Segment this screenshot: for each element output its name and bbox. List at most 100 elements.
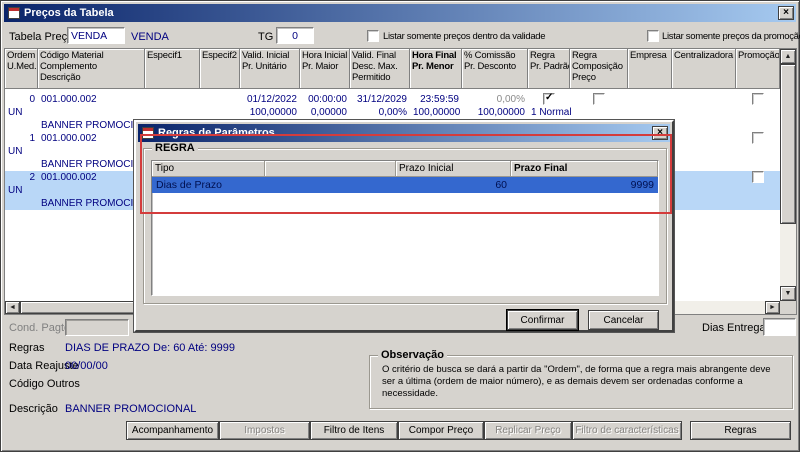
grid-column-header-5[interactable]: Hora Inicial Pr. Maior — [300, 49, 350, 89]
regra-padrao-checkbox[interactable]: ✓ — [543, 92, 555, 105]
regra-composicao-checkbox[interactable] — [593, 93, 605, 105]
grid-column-header-2[interactable]: Especif1 — [145, 49, 200, 89]
confirmar-button[interactable]: Confirmar — [506, 309, 579, 331]
scroll-left-icon[interactable]: ◄ — [5, 301, 20, 314]
grid-column-header-10[interactable]: Regra Composição Preço — [570, 49, 628, 89]
column-header-tipo[interactable]: Tipo — [152, 161, 265, 177]
close-icon[interactable]: × — [778, 6, 794, 20]
vertical-scrollbar[interactable]: ▲ ▼ — [780, 49, 796, 301]
grid-column-header-6[interactable]: Valid. Final Desc. Max. Permitido — [350, 49, 410, 89]
header-line: Pr. Desconto — [464, 61, 516, 72]
window-titlebar[interactable]: Preços da Tabela × — [4, 4, 796, 22]
header-line: Pr. Menor — [412, 61, 454, 72]
cell-tipo: Dias de Prazo — [156, 179, 222, 191]
observacao-groupbox: Observação O critério de busca se dará a… — [369, 349, 793, 409]
grid-column-header-7[interactable]: Hora Final Pr. Menor — [410, 49, 462, 89]
precos-da-tabela-window: Preços da Tabela × Tabela Preço VENDA TG… — [0, 0, 800, 452]
grid-cell: 100,00000 — [477, 107, 525, 118]
action-button-acompanhamento[interactable]: Acompanhamento — [126, 421, 219, 440]
grid-header: Ordem U.Med. Código Material Complemento Des… — [5, 49, 780, 89]
grid-cell: 1 Normal — [531, 107, 572, 118]
action-button-impostos: Impostos — [219, 421, 310, 440]
dialog-close-icon[interactable]: × — [652, 126, 668, 140]
header-line: Preço — [572, 72, 596, 83]
header-line: Valid. Inicial — [242, 50, 290, 61]
vertical-scroll-thumb[interactable] — [780, 64, 796, 224]
cancelar-button[interactable]: Cancelar — [588, 310, 659, 330]
header-line: % Comissão — [464, 50, 516, 61]
grid-cell: UN — [8, 107, 23, 118]
grid-cell: UN — [8, 146, 23, 157]
action-button-filtro-de-itens[interactable]: Filtro de Itens — [310, 421, 398, 440]
grid-column-header-12[interactable]: Centralizadora — [672, 49, 736, 89]
header-line: Complemento — [40, 61, 97, 72]
grid-column-header-8[interactable]: % Comissão Pr. Desconto — [462, 49, 528, 89]
descricao-label: Descrição — [9, 403, 58, 415]
data-reajuste-value: 00/00/00 — [65, 360, 108, 372]
tabela-preco-input[interactable] — [67, 27, 125, 44]
header-line: Pr. Padrão — [530, 61, 570, 72]
grid-column-header-9[interactable]: Regra Pr. Padrão — [528, 49, 570, 89]
column-header-prazo-final[interactable]: Prazo Final — [511, 161, 658, 177]
column-header-prazo-inicial[interactable]: Prazo Inicial — [396, 161, 511, 177]
grid-cell: 0,00% — [378, 107, 407, 118]
scroll-right-icon[interactable]: ► — [765, 301, 780, 314]
observacao-text: O critério de busca se dará a partir da … — [382, 364, 771, 399]
dialog-titlebar[interactable]: Regras de Parâmetros × — [138, 124, 670, 142]
regras-label: Regras — [9, 342, 45, 354]
header-line: Hora Inicial — [302, 50, 348, 61]
header-line: Desc. Max. — [352, 61, 398, 72]
dias-entrega-input[interactable] — [763, 318, 796, 336]
grid-column-header-4[interactable]: Valid. Inicial Pr. Unitário — [240, 49, 300, 89]
regras-value: DIAS DE PRAZO De: 60 Até: 9999 — [65, 342, 235, 354]
listar-promocao-label: Listar somente preços da promoção — [662, 31, 800, 42]
scroll-up-icon[interactable]: ▲ — [780, 49, 796, 64]
grid-cell: 01/12/2022 — [246, 94, 297, 105]
cell-prazo-inicial: 60 — [495, 179, 507, 191]
tabela-preco-label: Tabela Preço — [9, 31, 74, 43]
dialog-title: Regras de Parâmetros — [158, 127, 275, 139]
header-line: Regra — [530, 50, 555, 61]
grid-cell: 2 — [29, 172, 35, 183]
grid-cell: 23:59:59 — [420, 94, 459, 105]
grid-cell: 0,00% — [496, 94, 525, 105]
app-icon — [8, 7, 20, 19]
scroll-down-icon[interactable]: ▼ — [780, 286, 796, 301]
header-line: Hora Final — [412, 50, 457, 61]
cell-blank — [265, 177, 396, 193]
header-line: Composição — [572, 61, 623, 72]
regra-row[interactable]: Dias de Prazo 60 9999 — [152, 177, 658, 193]
header-line: Especif2 — [202, 50, 237, 61]
listar-validade-checkbox[interactable] — [367, 30, 379, 42]
promocao-checkbox[interactable] — [752, 171, 764, 183]
column-header-blank[interactable] — [265, 161, 396, 177]
regra-groupbox: REGRA Tipo Prazo Inicial Prazo Final Dia… — [143, 142, 667, 304]
grid-column-header-0[interactable]: Ordem U.Med. — [5, 49, 38, 89]
descricao-value: BANNER PROMOCIONAL — [65, 403, 197, 415]
header-line: Pr. Maior — [302, 61, 339, 72]
header-line: Regra — [572, 50, 597, 61]
window-title: Preços da Tabela — [24, 7, 114, 19]
grid-column-header-1[interactable]: Código Material Complemento Descrição — [38, 49, 145, 89]
listar-promocao-checkbox[interactable] — [647, 30, 659, 42]
grid-column-header-13[interactable]: Promoção — [736, 49, 780, 89]
grid-cell: 00:00:00 — [308, 94, 347, 105]
grid-cell: 0 — [29, 94, 35, 105]
header-line: Código Material — [40, 50, 104, 61]
header-line: Especif1 — [147, 50, 182, 61]
promocao-checkbox[interactable] — [752, 132, 764, 144]
action-button-regras[interactable]: Regras — [690, 421, 791, 440]
grid-row-line: 0 001.000.002 01/12/2022 00:00:00 31/12/2029… — [5, 92, 780, 106]
regra-group-label: REGRA — [152, 142, 198, 154]
grid-cell: 0,00000 — [310, 107, 347, 118]
grid-column-header-3[interactable]: Especif2 — [200, 49, 240, 89]
header-line: Centralizadora — [674, 50, 733, 61]
action-button-compor-pre-o[interactable]: Compor Preço — [398, 421, 484, 440]
header-line: Ordem — [7, 50, 36, 61]
grid-column-header-11[interactable]: Empresa — [628, 49, 672, 89]
promocao-checkbox[interactable] — [752, 93, 764, 105]
grid-cell: 100,00000 — [413, 107, 461, 118]
scrollbar-corner — [780, 301, 796, 314]
tg-input[interactable] — [276, 27, 314, 44]
header-line: Empresa — [630, 50, 667, 61]
